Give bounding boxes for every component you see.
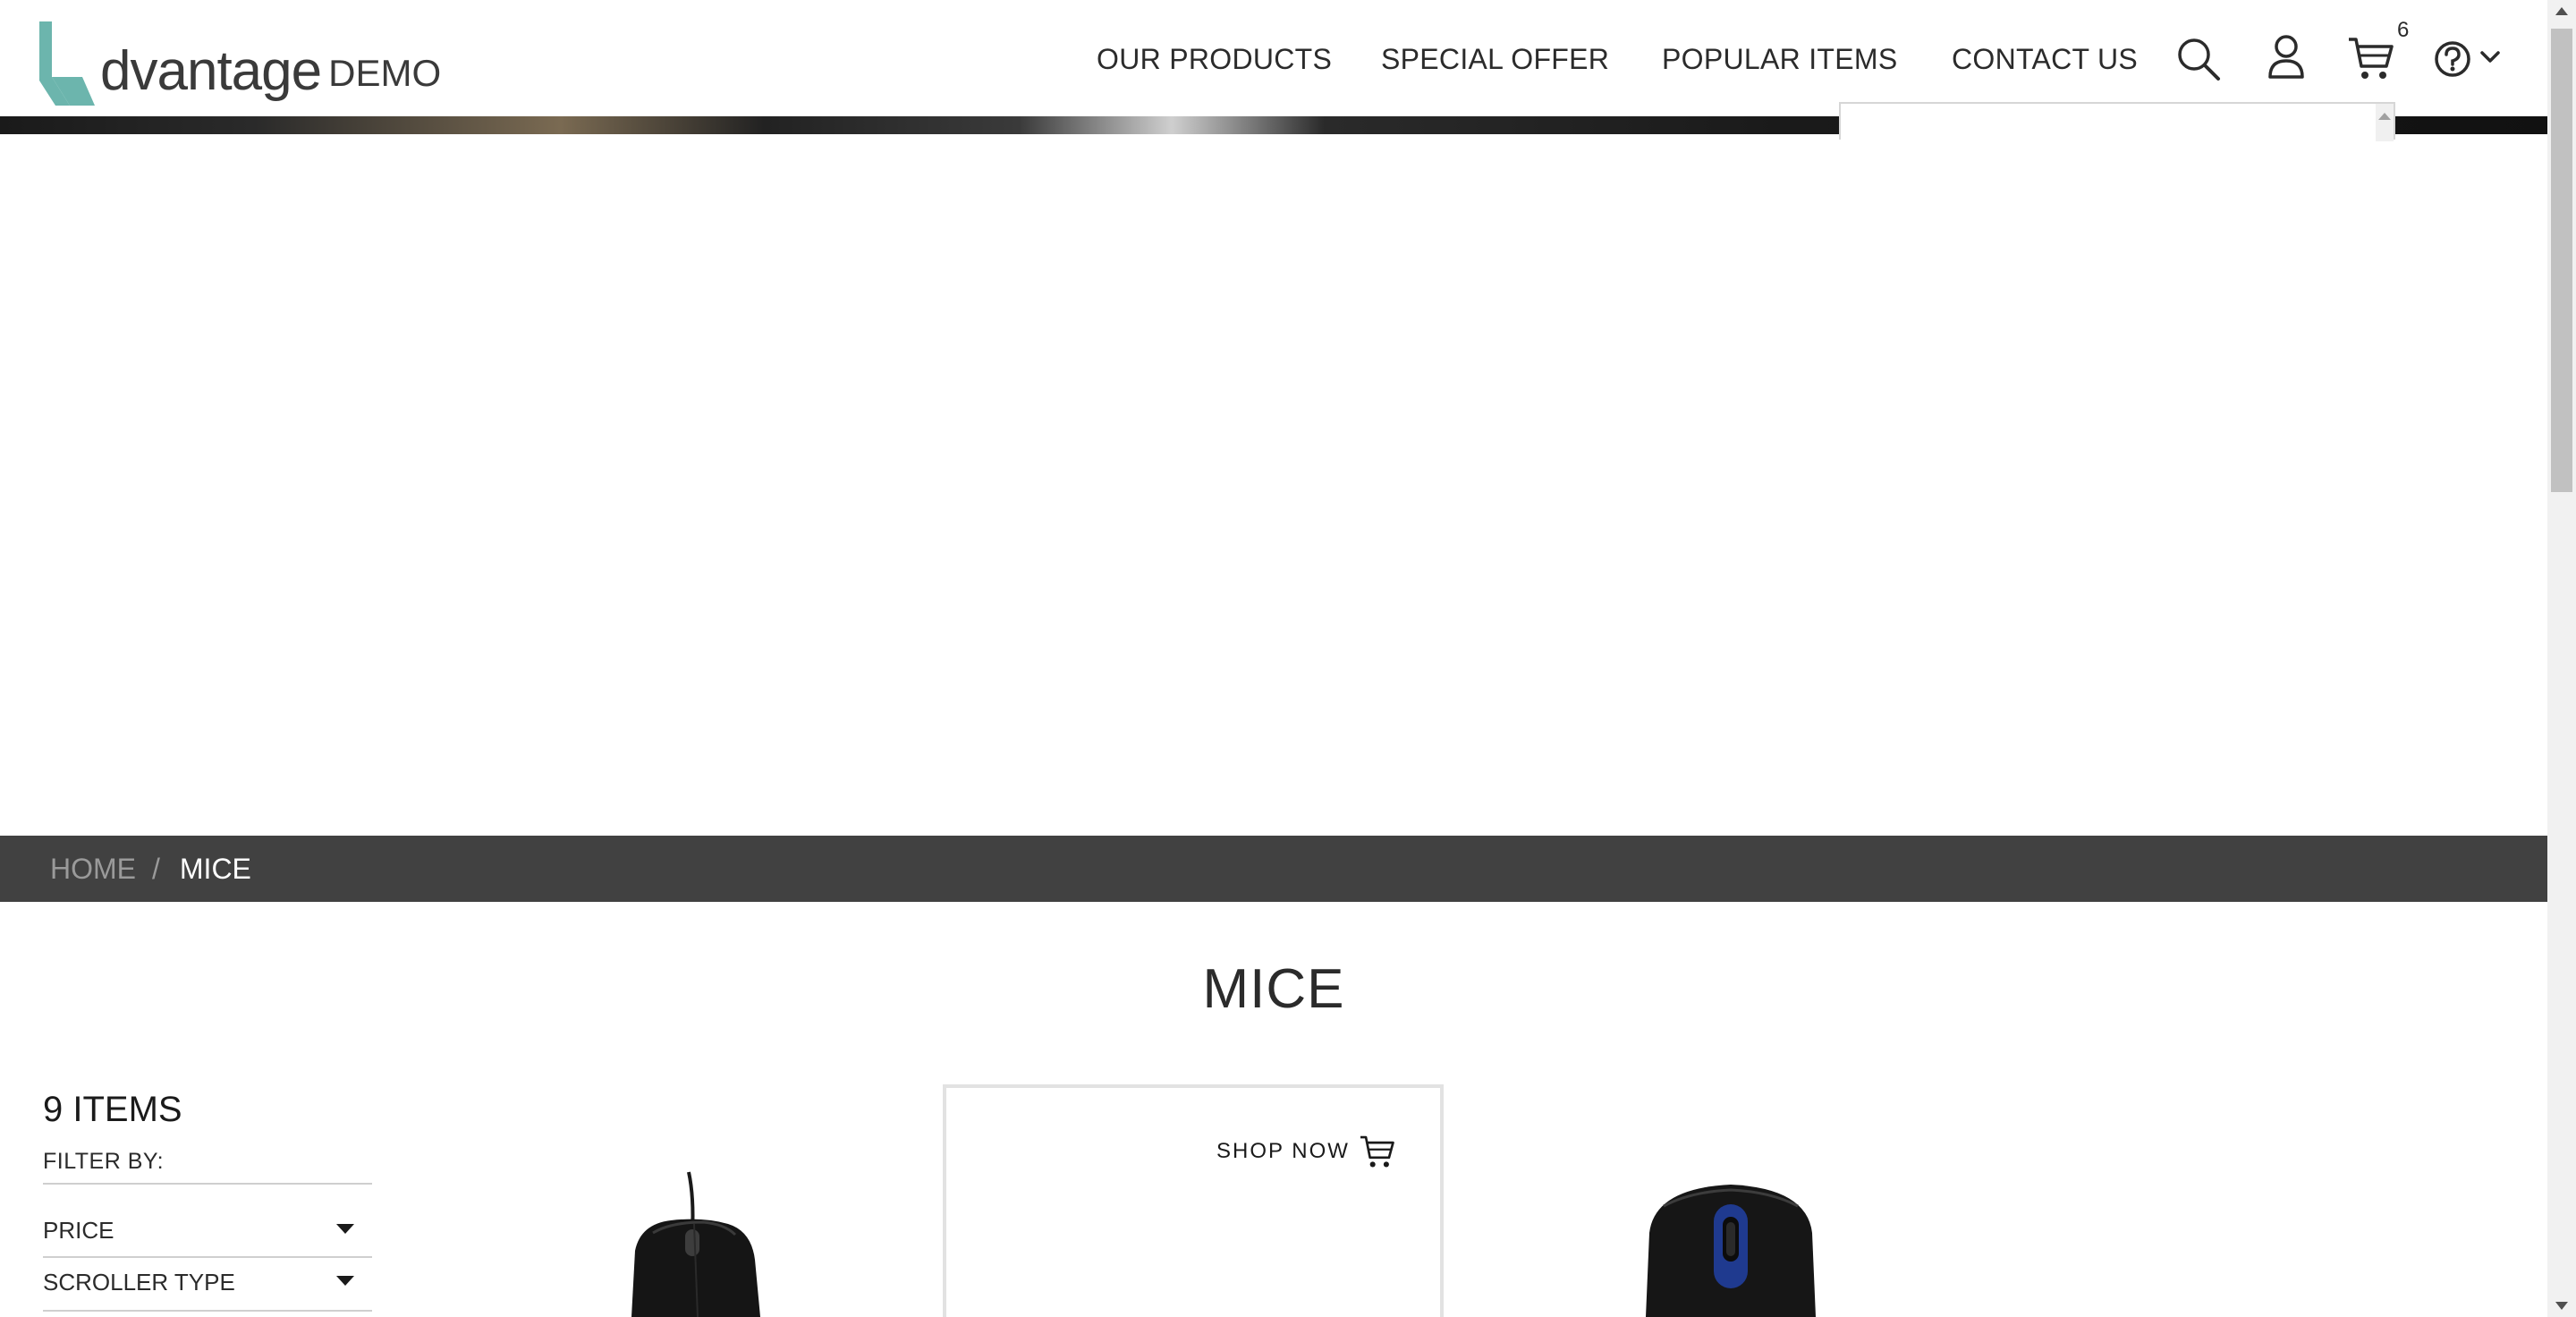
help-icon[interactable] [2433,39,2472,79]
shop-now-link[interactable]: SHOP NOW [1216,1134,1396,1168]
shop-now-card[interactable]: SHOP NOW [943,1084,1444,1317]
dropdown-scrollbar[interactable] [2376,104,2394,141]
main-nav: OUR PRODUCTS SPECIAL OFFER POPULAR ITEMS… [0,39,2547,79]
filter-divider [43,1183,372,1185]
filter-price[interactable]: PRICE [43,1208,372,1256]
nav-special-offer[interactable]: SPECIAL OFFER [1381,39,1609,79]
nav-our-products[interactable]: OUR PRODUCTS [1097,39,1332,79]
site-header: dvantage DEMO OUR PRODUCTS SPECIAL OFFER… [0,0,2547,116]
filter-divider [43,1310,372,1312]
cart-icon [1360,1135,1394,1168]
breadcrumb-current: MICE [179,852,251,885]
category-title: MICE [1202,958,1345,1020]
nav-contact-us[interactable]: CONTACT US [1952,39,2138,79]
filter-scroller-type-label: SCROLLER TYPE [43,1269,235,1296]
scroll-down-arrow-icon[interactable] [2555,1302,2568,1310]
product-mouse-image[interactable] [617,1170,778,1317]
filter-by-label: FILTER BY: [43,1149,165,1174]
user-icon[interactable] [2267,34,2306,81]
filter-scroller-type[interactable]: SCROLLER TYPE [43,1260,372,1308]
caret-down-icon [336,1224,354,1234]
breadcrumb-home-link[interactable]: HOME [50,853,136,886]
breadcrumb: HOME / MICE [0,836,2547,902]
items-count: 9 ITEMS [43,1090,182,1129]
filter-price-label: PRICE [43,1217,114,1244]
page-scrollbar[interactable] [2547,0,2576,1317]
product-mouse-image[interactable] [1637,1179,1825,1317]
cart-icon[interactable] [2347,36,2395,81]
chevron-down-icon[interactable] [2479,50,2501,64]
scrollbar-thumb[interactable] [2551,29,2572,492]
caret-down-icon [336,1276,354,1286]
search-icon[interactable] [2175,36,2222,82]
scroll-up-arrow-icon[interactable] [2555,7,2568,15]
scroll-up-arrow-icon[interactable] [2378,113,2391,120]
filter-divider [43,1256,372,1258]
breadcrumb-separator: / [152,852,160,885]
cart-count-badge: 6 [2397,18,2410,42]
shop-now-label: SHOP NOW [1216,1139,1350,1163]
page: dvantage DEMO OUR PRODUCTS SPECIAL OFFER… [0,0,2547,1317]
nav-popular-items[interactable]: POPULAR ITEMS [1662,39,1898,79]
language-dropdown[interactable] [1839,102,2395,141]
